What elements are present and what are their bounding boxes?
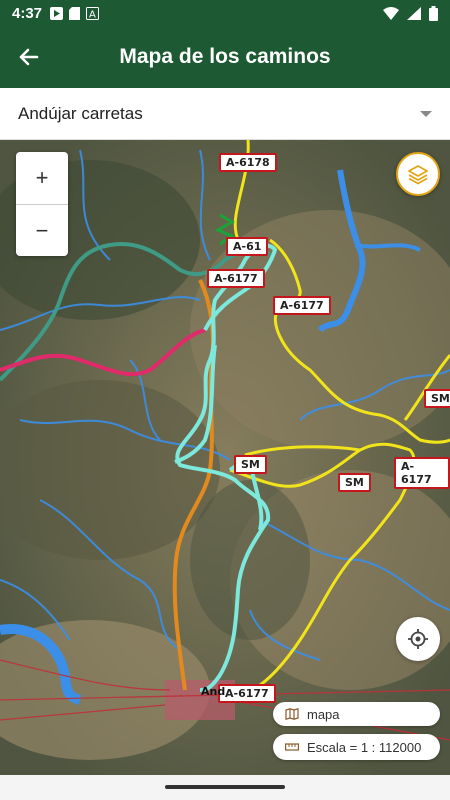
status-time: 4:37 bbox=[12, 4, 43, 22]
zoom-controls: + − bbox=[16, 152, 68, 256]
road-label: SM bbox=[234, 455, 267, 474]
layers-icon bbox=[408, 165, 428, 185]
road-label: A-61 bbox=[226, 237, 269, 256]
status-notification-icons: A bbox=[50, 6, 100, 20]
layers-button[interactable] bbox=[396, 152, 440, 196]
scale-ruler-icon bbox=[285, 743, 299, 751]
status-system-icons bbox=[383, 5, 438, 21]
scale-label: Escala = 1 : 112000 bbox=[307, 739, 422, 755]
app-bar: Mapa de los caminos bbox=[0, 26, 450, 88]
chevron-down-icon bbox=[420, 110, 432, 117]
locate-button[interactable] bbox=[396, 617, 440, 661]
road-label: A-6178 bbox=[219, 153, 277, 172]
zoom-in-button[interactable]: + bbox=[16, 152, 68, 204]
road-label: A-6177 bbox=[394, 457, 450, 489]
back-button[interactable] bbox=[0, 26, 56, 88]
home-gesture-handle[interactable] bbox=[165, 785, 285, 789]
road-label: SM bbox=[338, 473, 371, 492]
map-type-label: mapa bbox=[307, 706, 340, 722]
sd-card-icon bbox=[69, 6, 81, 20]
locate-icon bbox=[408, 629, 428, 649]
map-icon bbox=[285, 708, 299, 720]
status-bar: 4:37 A bbox=[0, 0, 450, 26]
battery-icon bbox=[429, 5, 438, 21]
map-type-pill[interactable]: mapa bbox=[273, 702, 440, 726]
route-selector-value: Andújar carretas bbox=[18, 103, 143, 123]
wifi-icon bbox=[383, 6, 399, 20]
back-arrow-icon bbox=[19, 48, 39, 66]
page-title: Mapa de los caminos bbox=[119, 45, 331, 68]
route-selector[interactable]: Andújar carretas bbox=[0, 88, 450, 140]
play-icon bbox=[50, 6, 64, 20]
road-label: And bbox=[201, 685, 226, 698]
svg-text:A: A bbox=[89, 9, 96, 20]
road-label: A-6177 bbox=[273, 296, 331, 315]
scale-pill: Escala = 1 : 112000 bbox=[273, 734, 440, 760]
signal-icon bbox=[407, 6, 421, 20]
road-label: SM bbox=[424, 389, 450, 408]
zoom-out-button[interactable]: − bbox=[16, 204, 68, 256]
road-label: A-6177 bbox=[207, 269, 265, 288]
system-navigation-bar bbox=[0, 775, 450, 800]
font-icon: A bbox=[86, 6, 100, 20]
